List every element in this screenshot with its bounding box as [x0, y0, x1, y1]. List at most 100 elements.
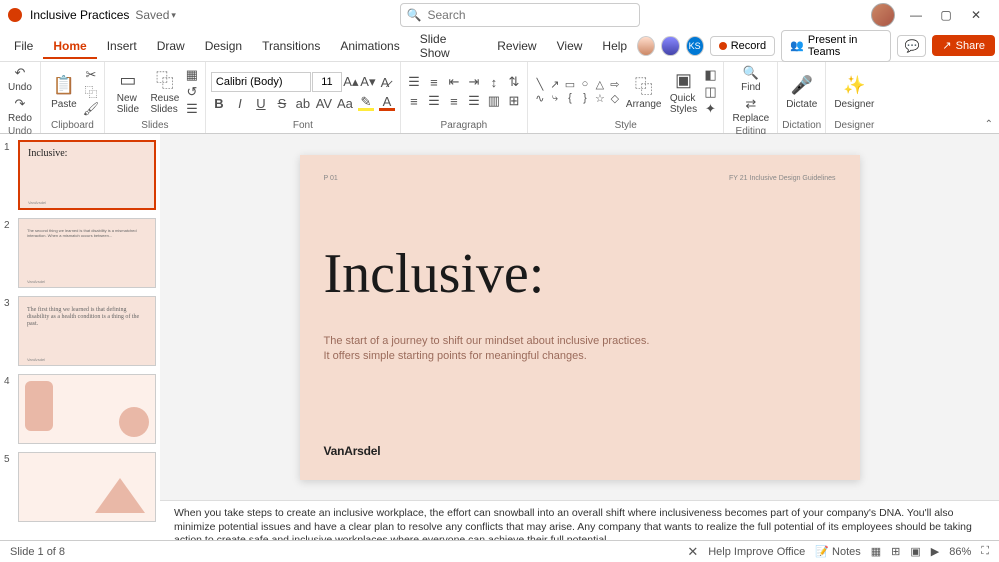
bullets-icon[interactable]: ☰ [406, 74, 422, 90]
change-case-icon[interactable]: Aa [337, 95, 353, 111]
brace-shape-icon[interactable]: { [563, 92, 577, 105]
quick-styles-button[interactable]: ▣Quick Styles [665, 66, 701, 117]
slideshow-view-icon[interactable]: ▶ [931, 545, 939, 558]
char-spacing-icon[interactable]: AV [316, 95, 332, 111]
brace2-shape-icon[interactable]: } [578, 92, 592, 105]
rect-shape-icon[interactable]: ▭ [563, 78, 577, 91]
numbering-icon[interactable]: ≡ [426, 74, 442, 90]
italic-icon[interactable]: I [232, 95, 248, 111]
share-button[interactable]: ↗Share [932, 35, 995, 56]
align-right-icon[interactable]: ≡ [446, 93, 462, 109]
slide-title[interactable]: Inclusive: [324, 242, 836, 306]
shape-fill-icon[interactable]: ◧ [702, 67, 718, 83]
slide-subtitle-line-1[interactable]: The start of a journey to shift our mind… [324, 334, 836, 350]
strike-icon[interactable]: S [274, 95, 290, 111]
font-size-input[interactable] [312, 72, 342, 92]
arrow2-shape-icon[interactable]: ⇨ [608, 78, 622, 91]
sorter-view-icon[interactable]: ⊞ [891, 545, 900, 558]
arrow-shape-icon[interactable]: ↗ [548, 78, 562, 91]
section-icon[interactable]: ☰ [184, 101, 200, 117]
increase-font-icon[interactable]: A▴ [343, 74, 359, 90]
thumbnail-3[interactable]: The first thing we learned is that defin… [18, 296, 156, 366]
underline-icon[interactable]: U [253, 95, 269, 111]
triangle-shape-icon[interactable]: △ [593, 78, 607, 91]
indent-inc-icon[interactable]: ⇥ [466, 74, 482, 90]
slide-canvas[interactable]: P 01 FY 21 Inclusive Design Guidelines I… [300, 155, 860, 480]
highlight-icon[interactable]: ✎ [358, 95, 374, 111]
cut-icon[interactable]: ✂ [83, 67, 99, 83]
menu-file[interactable]: File [4, 33, 43, 59]
thumbnail-1[interactable]: Inclusive: VanArsdel [18, 140, 156, 210]
collapse-ribbon-icon[interactable]: ⌃ [979, 119, 999, 130]
menu-help[interactable]: Help [592, 33, 637, 59]
undo-button[interactable]: ↶Undo [5, 64, 35, 94]
menu-design[interactable]: Design [195, 33, 252, 59]
user-avatar[interactable] [871, 3, 895, 27]
presence-avatar-1[interactable] [637, 36, 655, 56]
text-direction-icon[interactable]: ⇅ [506, 74, 522, 90]
layout-icon[interactable]: ▦ [184, 67, 200, 83]
dictate-button[interactable]: 🎤Dictate [783, 72, 820, 112]
line-shape-icon[interactable]: ╲ [533, 78, 547, 91]
columns-icon[interactable]: ▥ [486, 93, 502, 109]
align-center-icon[interactable]: ☰ [426, 93, 442, 109]
slide-thumbnail-panel[interactable]: 1 Inclusive: VanArsdel 2 The second thin… [0, 134, 160, 540]
designer-button[interactable]: ✨Designer [831, 72, 877, 112]
maximize-button[interactable]: ▢ [931, 0, 961, 30]
star-shape-icon[interactable]: ☆ [593, 92, 607, 105]
font-color-icon[interactable]: A [379, 95, 395, 111]
curve-shape-icon[interactable]: ∿ [533, 92, 547, 105]
menu-draw[interactable]: Draw [147, 33, 195, 59]
clear-format-icon[interactable]: A̷ [377, 74, 393, 90]
copy-icon[interactable]: ⿻ [83, 84, 99, 100]
menu-slideshow[interactable]: Slide Show [410, 26, 488, 66]
callout-shape-icon[interactable]: ◇ [608, 92, 622, 105]
save-state[interactable]: Saved [135, 8, 169, 22]
presence-avatar-2[interactable] [661, 36, 679, 56]
reset-icon[interactable]: ↺ [184, 84, 200, 100]
justify-icon[interactable]: ☰ [466, 93, 482, 109]
arrange-button[interactable]: ⿻Arrange [623, 72, 665, 112]
shadow-icon[interactable]: ab [295, 95, 311, 111]
search-input[interactable] [400, 3, 640, 27]
font-name-input[interactable] [211, 72, 311, 92]
connector-shape-icon[interactable]: ⤷ [548, 92, 562, 105]
presence-avatar-3[interactable]: KS [686, 36, 704, 56]
close-button[interactable]: ✕ [961, 0, 991, 30]
menu-home[interactable]: Home [43, 33, 96, 59]
reading-view-icon[interactable]: ▣ [910, 545, 920, 558]
menu-view[interactable]: View [547, 33, 593, 59]
align-left-icon[interactable]: ≡ [406, 93, 422, 109]
format-painter-icon[interactable]: 🖌 [83, 101, 99, 117]
menu-review[interactable]: Review [487, 33, 546, 59]
zoom-level[interactable]: 86% [949, 546, 971, 558]
smartart-icon[interactable]: ⊞ [506, 93, 522, 109]
present-teams-button[interactable]: 👥Present in Teams [781, 30, 891, 62]
speaker-notes[interactable]: When you take steps to create an inclusi… [160, 500, 999, 540]
decrease-font-icon[interactable]: A▾ [360, 74, 376, 90]
normal-view-icon[interactable]: ▦ [871, 545, 881, 558]
thumbnail-2[interactable]: The second thing we learned is that disa… [18, 218, 156, 288]
shape-effects-icon[interactable]: ✦ [702, 101, 718, 117]
indent-dec-icon[interactable]: ⇤ [446, 74, 462, 90]
thumbnail-4[interactable] [18, 374, 156, 444]
notes-toggle[interactable]: 📝 Notes [815, 545, 861, 558]
bold-icon[interactable]: B [211, 95, 227, 111]
minimize-button[interactable]: — [901, 0, 931, 30]
new-slide-button[interactable]: ▭New Slide [110, 66, 146, 117]
paste-button[interactable]: 📋Paste [46, 72, 82, 112]
menu-animations[interactable]: Animations [330, 33, 409, 59]
line-spacing-icon[interactable]: ↕ [486, 74, 502, 90]
fit-window-icon[interactable]: ⛶ [981, 545, 989, 558]
shape-outline-icon[interactable]: ◫ [702, 84, 718, 100]
menu-insert[interactable]: Insert [97, 33, 147, 59]
help-improve-link[interactable]: Help Improve Office [708, 546, 805, 558]
close-hint-icon[interactable]: ✕ [687, 544, 698, 560]
comments-button[interactable]: 💬 [897, 35, 926, 57]
menu-transitions[interactable]: Transitions [252, 33, 330, 59]
redo-button[interactable]: ↷Redo [5, 95, 35, 125]
reuse-slides-button[interactable]: ⿻Reuse Slides [147, 66, 183, 117]
replace-button[interactable]: ⇄Replace [729, 95, 772, 125]
thumbnail-5[interactable] [18, 452, 156, 522]
shapes-gallery[interactable]: ╲↗▭○△⇨ ∿⤷{}☆◇ [533, 78, 622, 105]
